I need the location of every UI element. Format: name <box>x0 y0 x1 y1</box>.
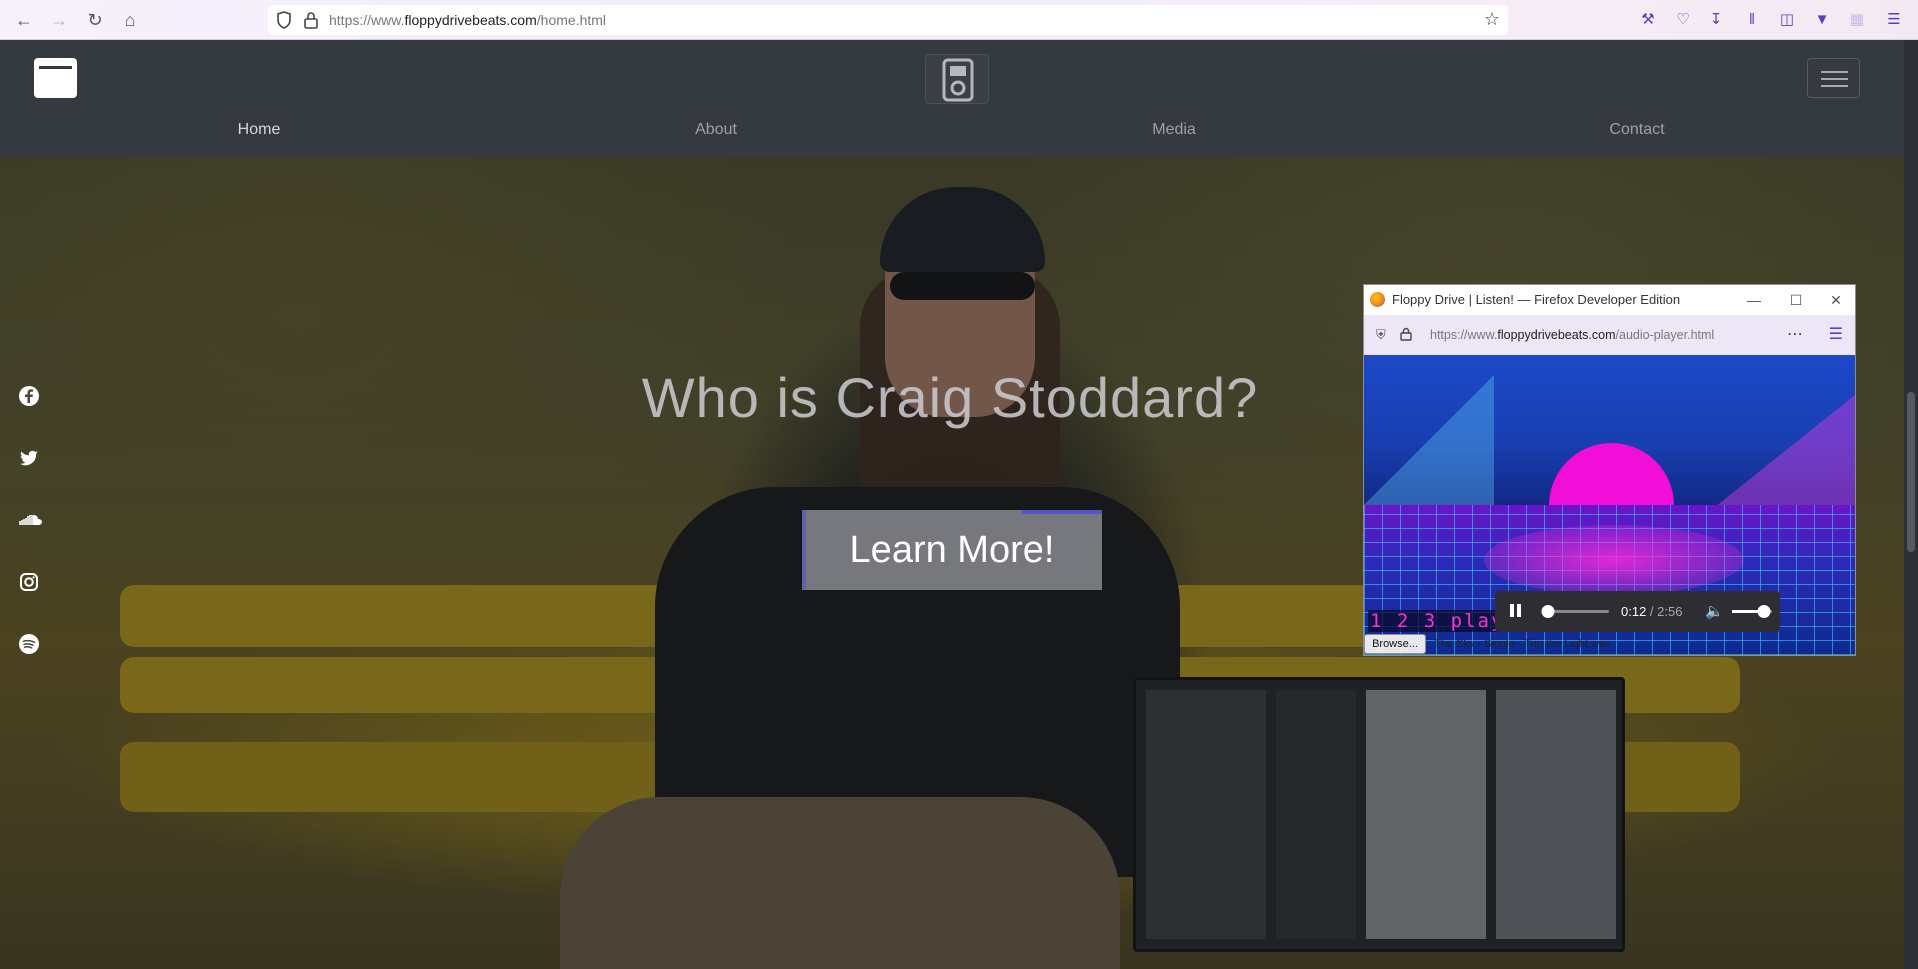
bookmark-star-icon[interactable]: ☆ <box>1484 9 1500 30</box>
nav-media[interactable]: Media <box>1152 121 1196 139</box>
visualizer-mountain-left <box>1364 375 1494 505</box>
learn-more-button[interactable]: Learn More! <box>802 510 1102 590</box>
music-visualizer: 1 2 3 play 0:12 / 2:56 🔈 Browse... The S… <box>1364 355 1855 655</box>
reload-button[interactable]: ↻ <box>83 8 107 32</box>
sidebar-icon[interactable]: ◫ <box>1777 10 1797 30</box>
nav-about[interactable]: About <box>695 121 737 139</box>
download-icon[interactable]: ↧ <box>1706 10 1726 30</box>
seek-knob[interactable] <box>1541 605 1555 618</box>
site-header: Home About Media Contact <box>0 40 1918 157</box>
volume-icon[interactable]: 🔈 <box>1705 602 1724 620</box>
more-options-icon[interactable]: ⋯ <box>1787 324 1803 344</box>
library-icon[interactable]: ‖ <box>1742 10 1762 30</box>
pause-button[interactable] <box>1507 602 1525 620</box>
back-button[interactable]: ← <box>12 8 36 32</box>
seek-slider[interactable] <box>1541 605 1609 618</box>
nav-contact[interactable]: Contact <box>1609 121 1664 139</box>
address-bar[interactable]: https://www.floppydrivebeats.com/home.ht… <box>268 5 1508 35</box>
visualizer-glow <box>1484 525 1744 595</box>
count-in-label: 1 2 3 play <box>1368 610 1507 632</box>
page-scrollbar[interactable] <box>1904 40 1918 969</box>
volume-knob[interactable] <box>1757 605 1771 618</box>
pocket-icon[interactable]: ♡ <box>1673 10 1693 30</box>
volume-slider[interactable] <box>1732 605 1772 618</box>
lock-icon[interactable] <box>303 11 319 29</box>
twitter-icon[interactable] <box>18 447 40 469</box>
spotify-icon[interactable] <box>18 633 40 655</box>
browse-file-button[interactable]: Browse... <box>1364 634 1426 654</box>
facebook-icon[interactable] <box>18 385 40 407</box>
shield-icon[interactable] <box>276 11 292 29</box>
time-display: 0:12 / 2:56 <box>1621 604 1683 619</box>
audio-player-window: Floppy Drive | Listen! — Firefox Develop… <box>1363 284 1856 656</box>
lock-icon[interactable] <box>1400 327 1412 341</box>
minimize-button[interactable]: — <box>1734 287 1774 313</box>
extension-icon[interactable]: ▼ <box>1812 10 1832 30</box>
instagram-icon[interactable] <box>18 571 40 593</box>
app-menu-icon[interactable]: ☰ <box>1884 10 1904 30</box>
close-button[interactable]: ✕ <box>1816 287 1856 313</box>
audio-controls: 0:12 / 2:56 🔈 <box>1495 591 1780 632</box>
extension-grid-icon[interactable]: ▦ <box>1847 10 1867 30</box>
window-title: Floppy Drive | Listen! — Firefox Develop… <box>1392 292 1681 307</box>
hamburger-menu-button[interactable] <box>1807 58 1860 98</box>
scrollbar-thumb[interactable] <box>1907 392 1915 552</box>
shield-icon[interactable]: ⛨ <box>1376 327 1386 343</box>
home-button[interactable]: ⌂ <box>118 8 142 32</box>
selected-filename: The Sky - Single - Trip the Light.wav <box>1434 638 1611 650</box>
browser-toolbar: ← → ↻ ⌂ https://www.floppydrivebeats.com… <box>0 0 1918 40</box>
floppy-logo-icon[interactable] <box>34 58 77 98</box>
firefox-icon <box>1370 292 1385 307</box>
nav-home[interactable]: Home <box>238 121 281 139</box>
app-menu-icon[interactable]: ☰ <box>1829 324 1843 344</box>
ipod-logo-icon[interactable] <box>925 54 989 104</box>
popup-address-bar[interactable]: ⛨ https://www.floppydrivebeats.com/audio… <box>1364 315 1855 355</box>
soundcloud-icon[interactable] <box>18 509 42 531</box>
popup-url-text[interactable]: https://www.floppydrivebeats.com/audio-p… <box>1430 328 1714 342</box>
wrench-icon[interactable]: ⚒ <box>1638 10 1658 30</box>
forward-button[interactable]: → <box>47 8 71 32</box>
maximize-button[interactable]: ☐ <box>1776 287 1816 313</box>
window-titlebar[interactable]: Floppy Drive | Listen! — Firefox Develop… <box>1364 285 1855 315</box>
url-text[interactable]: https://www.floppydrivebeats.com/home.ht… <box>329 12 606 28</box>
visualizer-mountain-right <box>1705 395 1855 515</box>
